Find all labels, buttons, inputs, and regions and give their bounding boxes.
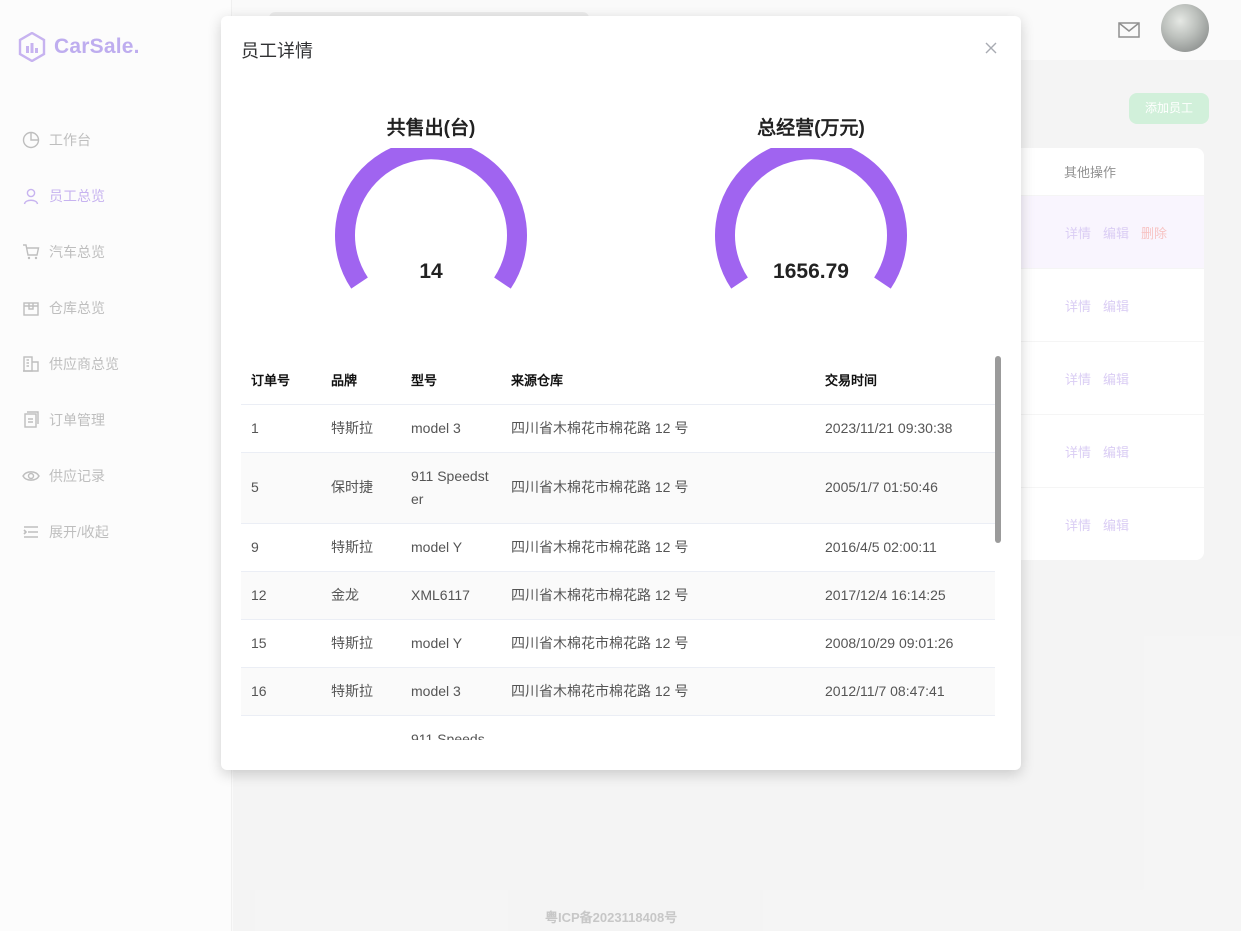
cell-warehouse: 四川省木棉花市棉花路 12 号 (501, 570, 815, 619)
cell-model: XML6117 (401, 570, 501, 619)
table-header-row: 订单号 品牌 型号 来源仓库 交易时间 (241, 356, 995, 404)
cell-brand: 特斯拉 (321, 522, 401, 571)
table-row[interactable]: 5 保时捷 911 Speedster 四川省木棉花市棉花路 12 号 2005… (241, 451, 995, 523)
table-row[interactable]: 1 特斯拉 model 3 四川省木棉花市棉花路 12 号 2023/11/21… (241, 403, 995, 452)
cell-order-id: 16 (241, 666, 321, 715)
cell-trade-time (815, 714, 995, 740)
cell-warehouse (501, 714, 815, 740)
cell-brand: 保时捷 (321, 451, 401, 523)
cell-warehouse: 四川省木棉花市棉花路 12 号 (501, 522, 815, 571)
cell-brand: 特斯拉 (321, 618, 401, 667)
close-icon[interactable] (984, 41, 998, 55)
table-row[interactable]: 15 特斯拉 model Y 四川省木棉花市棉花路 12 号 2008/10/2… (241, 618, 995, 667)
gauge-arc (335, 148, 527, 289)
cell-warehouse: 四川省木棉花市棉花路 12 号 (501, 451, 815, 523)
table-row[interactable]: 12 金龙 XML6117 四川省木棉花市棉花路 12 号 2017/12/4 … (241, 570, 995, 619)
cell-model: model 3 (401, 403, 501, 452)
table-row[interactable]: 16 特斯拉 model 3 四川省木棉花市棉花路 12 号 2012/11/7… (241, 666, 995, 715)
cell-warehouse: 四川省木棉花市棉花路 12 号 (501, 618, 815, 667)
gauge-title: 共售出(台) (386, 118, 476, 139)
cell-model: model Y (401, 618, 501, 667)
cell-model: model 3 (401, 666, 501, 715)
gauge-title: 总经营(万元) (757, 118, 865, 139)
cell-order-id: 9 (241, 522, 321, 571)
table-row[interactable]: 9 特斯拉 model Y 四川省木棉花市棉花路 12 号 2016/4/5 0… (241, 522, 995, 571)
table-row[interactable]: 911 Speeds (241, 714, 995, 740)
cell-trade-time: 2008/10/29 09:01:26 (815, 618, 995, 667)
cell-order-id: 1 (241, 403, 321, 452)
cell-brand: 特斯拉 (321, 666, 401, 715)
modal-title: 员工详情 (241, 41, 313, 61)
revenue-gauge: 总经营(万元) 1656.79 (701, 114, 921, 328)
column-header-trade-time[interactable]: 交易时间 (815, 356, 995, 404)
cell-model: 911 Speeds (401, 714, 501, 740)
gauge-value: 1656.79 (773, 260, 849, 283)
employee-detail-modal: 员工详情 共售出(台) 14 总经营(万元) 1656.79 订单号 品牌 型号… (221, 16, 1021, 770)
cell-brand (321, 714, 401, 740)
cell-order-id: 15 (241, 618, 321, 667)
gauge-arc (715, 148, 907, 289)
cell-brand: 特斯拉 (321, 403, 401, 452)
order-table: 订单号 品牌 型号 来源仓库 交易时间 1 特斯拉 model 3 四川省木棉花… (241, 356, 995, 740)
cell-trade-time: 2023/11/21 09:30:38 (815, 403, 995, 452)
cell-trade-time: 2005/1/7 01:50:46 (815, 451, 995, 523)
column-header-order-id[interactable]: 订单号 (241, 356, 321, 404)
gauge-value: 14 (419, 260, 443, 283)
cell-trade-time: 2016/4/5 02:00:11 (815, 522, 995, 571)
cell-order-id: 12 (241, 570, 321, 619)
column-header-model[interactable]: 型号 (401, 356, 501, 404)
column-header-brand[interactable]: 品牌 (321, 356, 401, 404)
cell-order-id (241, 714, 321, 740)
cell-trade-time: 2017/12/4 16:14:25 (815, 570, 995, 619)
column-header-warehouse[interactable]: 来源仓库 (501, 356, 815, 404)
table-scrollbar[interactable] (995, 356, 1001, 543)
cell-warehouse: 四川省木棉花市棉花路 12 号 (501, 403, 815, 452)
cell-model: 911 Speedster (401, 451, 501, 523)
cell-model: model Y (401, 522, 501, 571)
cell-trade-time: 2012/11/7 08:47:41 (815, 666, 995, 715)
cell-warehouse: 四川省木棉花市棉花路 12 号 (501, 666, 815, 715)
cell-brand: 金龙 (321, 570, 401, 619)
sold-count-gauge: 共售出(台) 14 (321, 114, 541, 328)
cell-order-id: 5 (241, 451, 321, 523)
